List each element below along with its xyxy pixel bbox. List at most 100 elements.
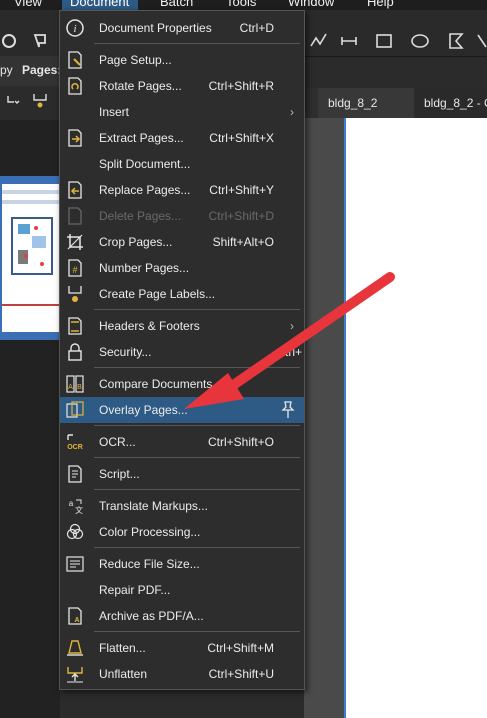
menu-item-archive-pdfa[interactable]: A Archive as PDF/A...: [60, 603, 304, 629]
document-view: [304, 118, 487, 718]
menu-item-repair-pdf[interactable]: Repair PDF...: [60, 577, 304, 603]
arrow-tool-icon[interactable]: [476, 32, 487, 50]
chevron-down-icon[interactable]: [6, 94, 20, 108]
menu-item-ocr[interactable]: OCR OCR... Ctrl+Shift+O: [60, 429, 304, 455]
info-icon: i: [66, 19, 84, 37]
chevron-right-icon: ›: [290, 105, 294, 119]
menu-item-label: Unflatten: [99, 667, 148, 681]
menu-item-extract-pages[interactable]: Extract Pages... Ctrl+Shift+X: [60, 125, 304, 151]
menu-item-unflatten[interactable]: Unflatten Ctrl+Shift+U: [60, 661, 304, 687]
menu-item-flatten[interactable]: Flatten... Ctrl+Shift+M: [60, 635, 304, 661]
color-processing-icon: [66, 523, 84, 541]
pages-subbar: py Pages:: [0, 56, 62, 86]
pages-label: Pages:: [22, 63, 62, 77]
menu-item-reduce-file-size[interactable]: Reduce File Size...: [60, 551, 304, 577]
menu-separator: [94, 425, 300, 426]
menu-separator: [94, 489, 300, 490]
menu-item-label: Insert: [99, 105, 130, 119]
tab-bldg-8-2-overlay[interactable]: bldg_8_2 - O: [414, 88, 487, 118]
ocr-icon: OCR: [66, 433, 84, 451]
menu-window[interactable]: Window: [288, 0, 334, 9]
menu-help[interactable]: Help: [367, 0, 394, 9]
menu-item-shortcut: Ctrl+Shift+R: [208, 79, 274, 93]
page-labels-small-icon[interactable]: [32, 92, 48, 110]
menu-item-crop-pages[interactable]: Crop Pages... Shift+Alt+O: [60, 229, 304, 255]
rectangle-icon[interactable]: [375, 32, 393, 50]
menu-item-shortcut: Ctrl+Shift+X: [209, 131, 274, 145]
menu-separator: [94, 457, 300, 458]
menu-item-script[interactable]: Script...: [60, 461, 304, 487]
menu-item-split-document[interactable]: Split Document...: [60, 151, 304, 177]
tab-bldg-8-2[interactable]: bldg_8_2: [318, 88, 429, 118]
thumbnail-toolbar: [0, 86, 60, 120]
menu-item-shortcut: Ctrl+D: [239, 21, 274, 35]
dimension-icon[interactable]: [340, 32, 358, 50]
menu-item-translate-markups[interactable]: a文 Translate Markups...: [60, 493, 304, 519]
unflatten-icon: [66, 665, 84, 683]
menu-item-rotate-pages[interactable]: Rotate Pages... Ctrl+Shift+R: [60, 73, 304, 99]
menu-item-document-properties[interactable]: i Document Properties Ctrl+D: [60, 15, 304, 41]
menu-document[interactable]: Document: [70, 0, 129, 9]
menu-item-label: Page Setup...: [99, 53, 172, 67]
menu-item-label: Security...: [99, 345, 152, 359]
polyline-icon[interactable]: [310, 32, 328, 50]
menu-item-label: Color Processing...: [99, 525, 201, 539]
menu-separator: [94, 547, 300, 548]
menu-item-label: Flatten...: [99, 641, 146, 655]
page-setup-icon: [66, 51, 84, 69]
document-page-2[interactable]: [416, 118, 487, 718]
menu-tools[interactable]: Tools: [226, 0, 256, 9]
reduce-size-icon: [66, 555, 84, 573]
menu-item-shortcut: Ctrl+Shift+O: [207, 435, 274, 449]
menu-item-page-setup[interactable]: Page Setup...: [60, 47, 304, 73]
menu-item-label: Rotate Pages...: [99, 79, 182, 93]
svg-text:B: B: [77, 384, 82, 391]
svg-text:i: i: [73, 23, 76, 35]
archive-icon: A: [66, 607, 84, 625]
menu-item-label: Document Properties: [99, 21, 212, 35]
svg-text:A: A: [68, 384, 73, 391]
page-labels-icon: [66, 285, 84, 303]
svg-text:OCR: OCR: [67, 444, 83, 451]
delete-pages-icon: [66, 207, 84, 225]
headers-footers-icon: [66, 317, 84, 335]
compare-icon: AB: [66, 375, 84, 393]
ellipse-icon[interactable]: [411, 32, 429, 50]
menu-item-label: Replace Pages...: [99, 183, 191, 197]
document-tabs: bldg_8_2 bldg_8_2 - O: [304, 88, 487, 118]
menu-item-shortcut: Ctrl+Shift+Y: [209, 183, 274, 197]
menu-bar: View Document Batch Tools Window Help: [0, 0, 487, 10]
page-thumbnail[interactable]: [0, 176, 60, 340]
menu-item-label: Number Pages...: [99, 261, 190, 275]
document-page-1[interactable]: [344, 118, 416, 718]
replace-pages-icon: [66, 181, 84, 199]
menu-item-label: Script...: [99, 467, 140, 481]
menu-item-label: Reduce File Size...: [99, 557, 200, 571]
menu-item-color-processing[interactable]: Color Processing...: [60, 519, 304, 545]
lock-icon: [66, 343, 84, 361]
menu-item-label: Crop Pages...: [99, 235, 173, 249]
menu-batch[interactable]: Batch: [160, 0, 193, 9]
menu-item-replace-pages[interactable]: Replace Pages... Ctrl+Shift+Y: [60, 177, 304, 203]
svg-text:#: #: [72, 265, 77, 275]
polygon-icon[interactable]: [447, 32, 465, 50]
select-icon[interactable]: [32, 32, 50, 50]
annotation-arrow: [184, 272, 395, 409]
menu-item-label: OCR...: [99, 435, 136, 449]
menu-view[interactable]: View: [14, 0, 42, 9]
menu-item-label: Delete Pages...: [99, 209, 182, 223]
menu-item-delete-pages: Delete Pages... Ctrl+Shift+D: [60, 203, 304, 229]
menu-item-shortcut: Ctrl+Shift+M: [207, 641, 274, 655]
menu-separator: [94, 631, 300, 632]
number-pages-icon: #: [66, 259, 84, 277]
copy-label[interactable]: py: [0, 63, 13, 77]
flatten-icon: [66, 639, 84, 657]
menu-item-insert[interactable]: Insert ›: [60, 99, 304, 125]
rotate-pages-icon: [66, 77, 84, 95]
translate-icon: a文: [66, 497, 84, 515]
menu-item-shortcut: Ctrl+Shift+D: [208, 209, 274, 223]
svg-text:文: 文: [75, 505, 83, 515]
gear-icon[interactable]: [0, 32, 18, 50]
extract-pages-icon: [66, 129, 84, 147]
crop-icon: [66, 233, 84, 251]
